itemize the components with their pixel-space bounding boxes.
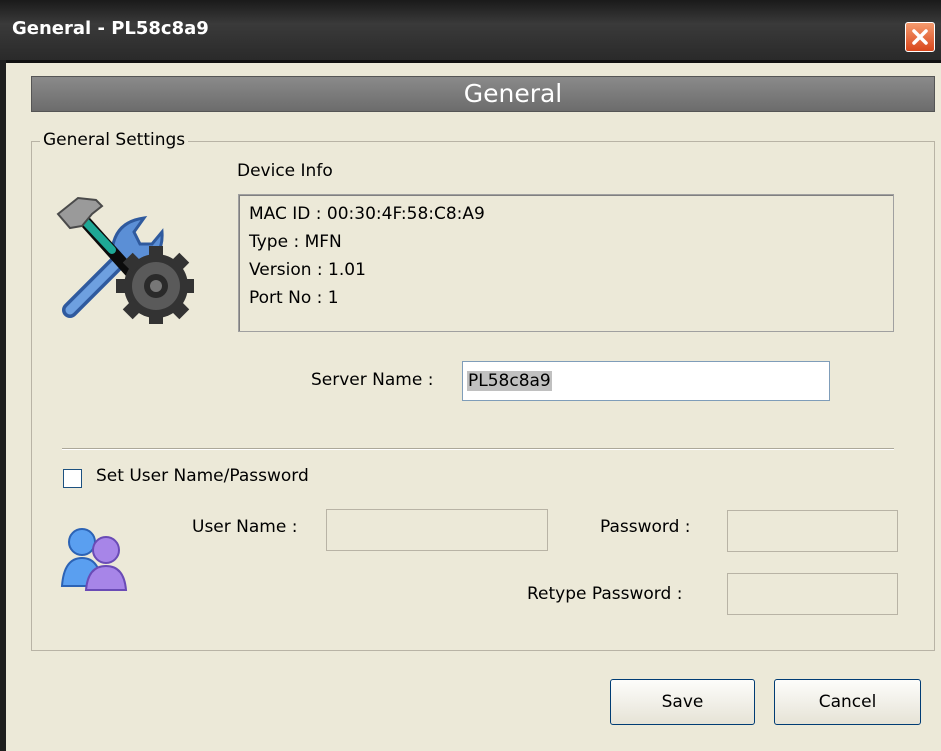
window-title: General - PL58c8a9 [12, 18, 209, 39]
tools-gear-icon [56, 196, 194, 324]
retype-password-input[interactable] [727, 573, 898, 615]
banner-title: General [463, 79, 563, 108]
set-credentials-label[interactable]: Set User Name/Password [96, 466, 309, 486]
user-name-label: User Name : [192, 517, 298, 537]
window-frame [0, 60, 6, 751]
server-name-label: Server Name : [311, 370, 434, 390]
group-label: General Settings [40, 130, 189, 150]
section-banner: General [31, 76, 935, 112]
users-icon [60, 528, 128, 591]
device-info-box: MAC ID : 00:30:4F:58:C8:A9 Type : MFN Ve… [238, 194, 894, 332]
save-button[interactable]: Save [610, 679, 755, 725]
close-icon [912, 29, 928, 45]
device-version: Version : 1.01 [249, 260, 366, 280]
user-name-input[interactable] [326, 509, 548, 551]
device-type: Type : MFN [249, 232, 342, 252]
title-bar[interactable]: General - PL58c8a9 [0, 0, 941, 63]
set-credentials-checkbox[interactable] [63, 469, 82, 488]
mac-id: MAC ID : 00:30:4F:58:C8:A9 [249, 204, 485, 224]
close-button[interactable] [905, 22, 935, 52]
device-info-heading: Device Info [237, 161, 333, 181]
cancel-button[interactable]: Cancel [774, 679, 921, 725]
dialog-window: General - PL58c8a9 General General Setti… [0, 0, 941, 751]
server-name-input[interactable]: PL58c8a9 [462, 361, 830, 401]
server-name-value: PL58c8a9 [467, 371, 552, 391]
port-number: Port No : 1 [249, 288, 339, 308]
retype-password-label: Retype Password : [527, 584, 683, 604]
password-label: Password : [600, 517, 691, 537]
section-divider [62, 448, 894, 450]
password-input[interactable] [727, 510, 898, 552]
